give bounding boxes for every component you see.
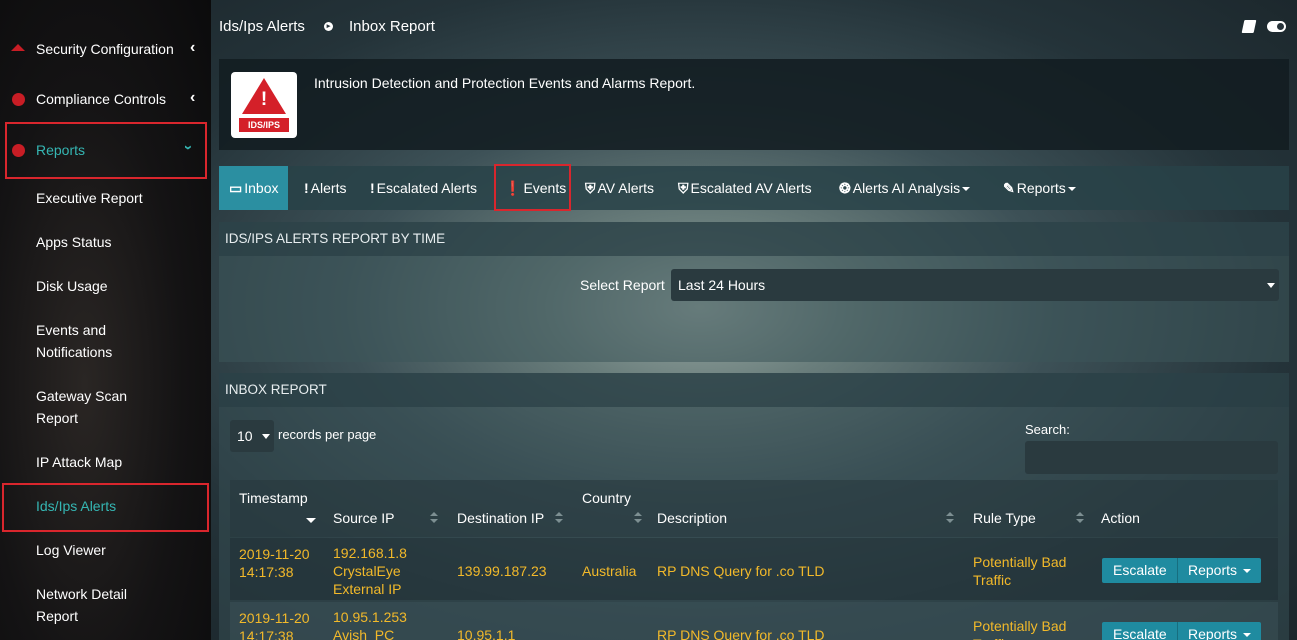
page-length-select[interactable]: 10 xyxy=(230,420,274,452)
compliance-icon xyxy=(12,93,25,106)
pencil-icon: ✎ xyxy=(1003,180,1015,196)
breadcrumb-ids-ips-alerts[interactable]: Ids/Ips Alerts xyxy=(219,18,305,35)
caret-down-icon xyxy=(1067,187,1076,192)
column-country[interactable]: Country xyxy=(582,490,631,506)
sort-icon[interactable] xyxy=(555,512,563,524)
highlight-box-ids-ips-alerts xyxy=(2,483,209,532)
report-by-time-panel: IDS/IPS ALERTS REPORT BY TIME Select Rep… xyxy=(219,222,1289,362)
page-length-label: records per page xyxy=(278,427,377,442)
shield-icon: ⛨ xyxy=(678,180,689,196)
logo-text: IDS/IPS xyxy=(239,118,289,132)
tab-inbox[interactable]: ▭ Inbox xyxy=(219,166,289,210)
cell-rule-type: Potentially Bad Traffic xyxy=(973,554,1067,588)
arrow-right-circle-icon: ▸ xyxy=(324,22,333,31)
sort-desc-icon[interactable] xyxy=(306,518,316,523)
security-icon xyxy=(11,44,25,51)
toggle-icon[interactable] xyxy=(1267,21,1286,32)
sidebar-item-log-viewer[interactable]: Log Viewer xyxy=(36,539,186,561)
sidebar-item-compliance-controls[interactable]: Compliance Controls ‹ xyxy=(0,88,211,112)
reports-dropdown-button[interactable]: Reports xyxy=(1177,558,1261,583)
sidebar-item-label: Security Configuration xyxy=(36,41,174,57)
tab-av-alerts[interactable]: ⛨ AV Alerts xyxy=(585,166,654,210)
page-title: Inbox Report xyxy=(349,18,435,35)
column-description[interactable]: Description xyxy=(657,510,727,526)
reports-dropdown-button[interactable]: Reports xyxy=(1177,622,1261,640)
panel-title: INBOX REPORT xyxy=(219,373,1289,407)
cell-timestamp: 2019-11-20 14:17:38 xyxy=(239,610,310,640)
caret-down-icon xyxy=(962,187,971,192)
sidebar-item-gateway-scan-report[interactable]: Gateway Scan Report xyxy=(36,385,136,429)
column-destination-ip[interactable]: Destination IP xyxy=(457,510,544,526)
sidebar-item-security-configuration[interactable]: Security Configuration ‹ xyxy=(0,38,211,62)
ai-icon: ❂ xyxy=(839,180,851,196)
inbox-report-panel: INBOX REPORT 10 records per page Search:… xyxy=(219,373,1289,640)
highlight-box-events xyxy=(494,164,571,211)
info-panel: ! IDS/IPS Intrusion Detection and Protec… xyxy=(219,59,1289,150)
column-timestamp[interactable]: Timestamp xyxy=(239,490,308,506)
caret-down-icon xyxy=(1242,633,1251,638)
sidebar-item-network-detail-report[interactable]: Network Detail Report xyxy=(36,583,136,627)
cell-description: RP DNS Query for .co TLD xyxy=(657,563,825,579)
select-report-label: Select Report xyxy=(580,277,665,293)
search-label: Search: xyxy=(1025,422,1070,437)
column-source-ip[interactable]: Source IP xyxy=(333,510,394,526)
panel-title: IDS/IPS ALERTS REPORT BY TIME xyxy=(219,222,1289,256)
sidebar-item-executive-report[interactable]: Executive Report xyxy=(36,187,186,209)
caret-down-icon xyxy=(262,434,270,439)
exclamation-icon: ! xyxy=(370,180,375,196)
sidebar-item-apps-status[interactable]: Apps Status xyxy=(36,231,186,253)
exclamation-icon: ! xyxy=(304,180,309,196)
sort-icon[interactable] xyxy=(634,512,642,524)
ids-ips-logo: ! IDS/IPS xyxy=(231,72,297,138)
cell-destination-ip: 10.95.1.1 xyxy=(457,627,516,640)
escalate-button[interactable]: Escalate xyxy=(1102,622,1178,640)
caret-down-icon xyxy=(1267,283,1275,288)
sidebar-item-label: Compliance Controls xyxy=(36,91,166,107)
column-rule-type[interactable]: Rule Type xyxy=(973,510,1036,526)
tab-reports[interactable]: ✎ Reports xyxy=(1003,166,1076,210)
info-description: Intrusion Detection and Protection Event… xyxy=(314,75,696,91)
search-input[interactable] xyxy=(1025,441,1278,474)
sort-icon[interactable] xyxy=(1076,512,1084,524)
table-row: 2019-11-20 14:17:38 10.95.1.253 Avish_PC 1… xyxy=(230,602,1278,640)
escalate-button[interactable]: Escalate xyxy=(1102,558,1178,583)
book-icon[interactable] xyxy=(1241,20,1257,33)
main-content: Ids/Ips Alerts ▸ Inbox Report ! IDS/IPS … xyxy=(211,0,1297,640)
tab-escalated-av-alerts[interactable]: ⛨ Escalated AV Alerts xyxy=(678,166,812,210)
sort-icon[interactable] xyxy=(430,512,438,524)
column-action: Action xyxy=(1101,510,1140,526)
cell-destination-ip: 139.99.187.23 xyxy=(457,563,547,579)
breadcrumb: Ids/Ips Alerts ▸ Inbox Report xyxy=(211,0,1297,52)
sort-icon[interactable] xyxy=(946,512,954,524)
shield-icon: ⛨ xyxy=(585,180,596,196)
tab-escalated-alerts[interactable]: ! Escalated Alerts xyxy=(370,166,477,210)
tab-alerts-ai-analysis[interactable]: ❂ Alerts AI Analysis xyxy=(839,166,971,210)
highlight-box-reports xyxy=(5,122,207,179)
chevron-left-icon: ‹ xyxy=(190,89,196,106)
cell-country: Australia xyxy=(582,563,637,579)
sidebar-item-disk-usage[interactable]: Disk Usage xyxy=(36,275,186,297)
cell-description: RP DNS Query for .co TLD xyxy=(657,627,825,640)
cell-timestamp: 2019-11-20 14:17:38 xyxy=(239,546,310,580)
sidebar-item-ip-attack-map[interactable]: IP Attack Map xyxy=(36,451,186,473)
tab-bar: ▭ Inbox ! Alerts ! Escalated Alerts ❗ Events… xyxy=(219,164,1289,211)
select-report-dropdown[interactable]: Last 24 Hours xyxy=(671,269,1279,301)
cell-source-ip: 10.95.1.253 Avish_PC xyxy=(333,609,407,640)
table-header: Timestamp Source IP Destination IP Count… xyxy=(230,480,1278,537)
chevron-left-icon: ‹ xyxy=(190,39,196,56)
table-row: 2019-11-20 14:17:38 192.168.1.8 CrystalEye… xyxy=(230,538,1278,600)
tab-alerts[interactable]: ! Alerts xyxy=(304,166,346,210)
inbox-icon: ▭ xyxy=(229,180,243,196)
cell-rule-type: Potentially Bad Traffic xyxy=(973,618,1067,640)
cell-source-ip: 192.168.1.8 CrystalEye External IP xyxy=(333,545,407,597)
caret-down-icon xyxy=(1242,569,1251,574)
sidebar: Security Configuration ‹ Compliance Cont… xyxy=(0,0,211,640)
sidebar-item-events-notifications[interactable]: Events and Notifications xyxy=(36,319,136,363)
